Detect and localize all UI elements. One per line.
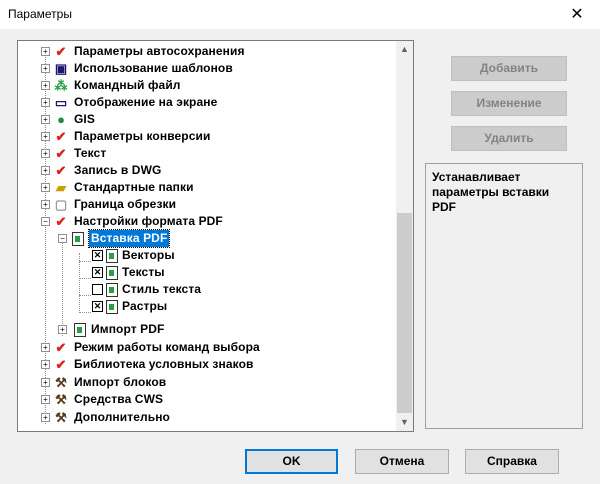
hammer-icon: ⚒ [55, 410, 67, 425]
expand-icon[interactable]: + [41, 183, 50, 192]
close-icon[interactable]: ✕ [554, 0, 600, 29]
expand-icon[interactable]: + [41, 81, 50, 90]
network-icon: ⁂ [54, 78, 68, 93]
options-tree[interactable]: + ✔ Параметры автосохранения + ▣ Использ… [17, 40, 414, 432]
cancel-button[interactable]: Отмена [355, 449, 449, 474]
checkbox-rasters[interactable]: ✕ [92, 301, 103, 312]
title-bar: Параметры ✕ [0, 0, 600, 29]
expand-icon[interactable]: + [41, 132, 50, 141]
expand-icon[interactable]: + [41, 64, 50, 73]
scroll-up-icon[interactable]: ▲ [396, 41, 413, 58]
frame-icon: ▢ [54, 197, 68, 212]
pdf-icon [106, 300, 118, 314]
expand-icon[interactable]: + [41, 200, 50, 209]
expand-icon[interactable]: + [41, 360, 50, 369]
check-icon: ✔ [55, 44, 67, 59]
add-button[interactable]: Добавить [451, 56, 567, 81]
monitor-icon: ▭ [54, 95, 68, 110]
floppy-icon: ▣ [54, 61, 68, 76]
help-button[interactable]: Справка [465, 449, 559, 474]
scroll-down-icon[interactable]: ▼ [396, 414, 413, 431]
window-title: Параметры [8, 7, 72, 21]
expand-icon[interactable]: + [41, 343, 50, 352]
checkbox-text-style[interactable] [92, 284, 103, 295]
expand-icon[interactable]: + [41, 166, 50, 175]
expand-icon[interactable]: + [41, 47, 50, 56]
pdf-icon [74, 323, 86, 337]
folder-icon: ▰ [56, 180, 66, 195]
edit-button[interactable]: Изменение [451, 91, 567, 116]
check-icon: ✔ [55, 146, 67, 161]
expand-icon[interactable]: + [58, 325, 67, 334]
scroll-thumb[interactable] [397, 213, 412, 413]
description-panel: Устанавливает параметры вставки PDF [425, 163, 583, 429]
pdf-icon [72, 232, 84, 246]
pdf-icon [106, 266, 118, 280]
delete-button[interactable]: Удалить [451, 126, 567, 151]
expand-icon[interactable]: + [41, 413, 50, 422]
expand-icon[interactable]: + [41, 395, 50, 404]
collapse-icon[interactable]: − [58, 234, 67, 243]
expand-icon[interactable]: + [41, 378, 50, 387]
expand-icon[interactable]: + [41, 98, 50, 107]
hammer-icon: ⚒ [55, 392, 67, 407]
pdf-icon [106, 283, 118, 297]
expand-icon[interactable]: + [41, 115, 50, 124]
hammer-icon: ⚒ [55, 375, 67, 390]
check-icon: ✔ [55, 340, 67, 355]
pdf-icon [106, 249, 118, 263]
expand-icon[interactable]: + [41, 149, 50, 158]
ok-button[interactable]: OK [245, 449, 338, 474]
checkbox-texts[interactable]: ✕ [92, 267, 103, 278]
check-icon: ✔ [55, 129, 67, 144]
check-icon: ✔ [55, 357, 67, 372]
globe-icon: ● [57, 112, 65, 127]
checkbox-vectors[interactable]: ✕ [92, 250, 103, 261]
check-icon: ✔ [55, 163, 67, 178]
collapse-icon[interactable]: − [41, 217, 50, 226]
tree-scrollbar[interactable]: ▲ ▼ [396, 41, 413, 431]
check-icon: ✔ [55, 214, 67, 229]
